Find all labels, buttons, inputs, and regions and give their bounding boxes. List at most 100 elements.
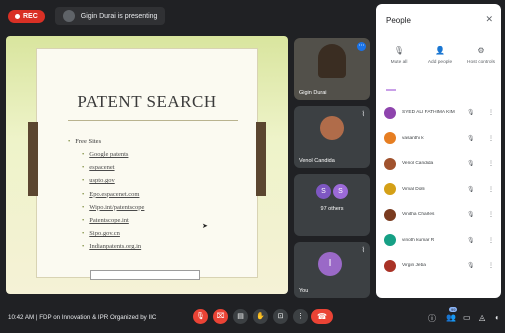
slide-decoration-left — [28, 122, 38, 196]
mic-off-icon[interactable]: 🎙 — [467, 109, 475, 116]
self-tile[interactable]: I ⌇ You — [294, 242, 370, 298]
presenter-text: Gigin Durai is presenting — [80, 12, 158, 20]
participant-avatar — [384, 208, 396, 221]
add-people-button[interactable]: 👤 Add people — [421, 46, 459, 65]
mic-off-icon: ⌇ — [361, 111, 365, 118]
action-label: Add people — [427, 60, 453, 65]
people-panel: People ✕ 🎙 Mute all 👤 Add people ⚙ Host … — [376, 4, 501, 298]
lock-icon[interactable]: ◐ — [495, 313, 500, 322]
mic-off-icon[interactable]: 🎙 — [467, 262, 475, 269]
others-count: 97 others — [320, 206, 344, 212]
end-call-button[interactable]: ☎ — [311, 309, 333, 324]
participant-name: You — [299, 288, 309, 294]
mouse-pointer-icon: ➤ — [202, 223, 208, 230]
participant-name: vasanthi k — [402, 135, 424, 141]
participant-name: vinoth kumar R — [402, 237, 435, 243]
mic-off-icon[interactable]: 🎙 — [467, 211, 475, 218]
activities-icon[interactable]: ◬ — [479, 313, 485, 322]
participant-row[interactable]: vasanthi k 🎙 ⋮ — [376, 126, 501, 152]
participant-avatar — [384, 106, 396, 119]
slide-sub-bullet: Wipo.int/patentscope — [82, 204, 144, 211]
slide-sub-bullet: Patentscope.int — [82, 217, 144, 224]
record-dot-icon — [15, 13, 20, 19]
participant-avatar — [384, 234, 396, 247]
mic-off-icon: ⌇ — [361, 247, 365, 254]
more-icon[interactable]: ⋯ — [357, 42, 366, 51]
presenter-banner[interactable]: Gigin Durai is presenting — [54, 7, 166, 25]
slide-decoration-right — [256, 122, 266, 196]
camera-off-icon[interactable]: ⌧ — [213, 309, 228, 324]
mic-off-icon[interactable]: 🎙 — [467, 237, 475, 244]
participant-avatar — [384, 132, 396, 145]
participant-avatar — [384, 157, 396, 170]
more-vert-icon[interactable]: ⋮ — [488, 186, 494, 193]
participant-tile[interactable]: ⌇ Venol Candida — [294, 106, 370, 168]
add-people-icon: 👤 — [435, 46, 445, 55]
participant-video — [318, 44, 346, 78]
participant-name: Virgin Jeba — [402, 263, 426, 269]
participant-row[interactable]: Vimal Dolli 🎙 ⋮ — [376, 177, 501, 203]
participant-avatar: S — [316, 184, 331, 199]
participant-name: SYED ALI FATHIMA KIM — [402, 110, 455, 116]
participant-row[interactable]: Virgin Jeba 🎙 ⋮ — [376, 253, 501, 279]
self-avatar: I — [318, 252, 342, 276]
panel-title: People — [386, 16, 411, 25]
present-screen-icon[interactable]: ⊡ — [273, 309, 288, 324]
slide-sub-bullet: Google patents — [82, 151, 144, 158]
more-vert-icon[interactable]: ⋮ — [488, 109, 494, 116]
people-icon[interactable]: 👥 — [446, 313, 456, 322]
participant-tile[interactable]: ⋯ Gigin Durai — [294, 38, 370, 100]
mic-off-icon[interactable]: 🎙 — [193, 309, 208, 324]
meeting-title: FDP on Innovation & IPR Organized by IIC — [39, 314, 157, 321]
participant-row[interactable]: Venol Candida 🎙 ⋮ — [376, 151, 501, 177]
close-icon[interactable]: ✕ — [485, 14, 493, 25]
participant-avatar — [320, 116, 344, 140]
participant-avatar — [384, 259, 396, 272]
presentation-stage: PATENT SEARCH Free Sites Google patents … — [6, 36, 288, 294]
presenter-avatar — [62, 10, 75, 22]
recording-badge: REC — [8, 9, 45, 23]
recording-label: REC — [23, 12, 38, 20]
info-icon[interactable]: ⓘ — [428, 313, 436, 324]
chat-icon[interactable]: ▭ — [463, 313, 471, 322]
info-separator: | — [35, 314, 38, 321]
slide-bullet-list: Free Sites Google patents espacenet uspt… — [68, 138, 144, 257]
more-vert-icon[interactable]: ⋮ — [488, 262, 494, 269]
participant-row[interactable]: vinoth kumar R 🎙 ⋮ — [376, 228, 501, 254]
mic-off-icon[interactable]: 🎙 — [467, 186, 475, 193]
participant-name: Vimal Dolli — [402, 186, 425, 192]
panel-divider — [386, 89, 396, 91]
participant-avatar: S — [333, 184, 348, 199]
raise-hand-icon[interactable]: ✋ — [253, 309, 268, 324]
participant-name: Vinitha Charles — [402, 212, 435, 218]
more-vert-icon[interactable]: ⋮ — [488, 135, 494, 142]
top-bar: REC Gigin Durai is presenting — [0, 0, 370, 32]
slide-divider — [68, 120, 238, 121]
slide-footer — [90, 270, 200, 280]
host-controls-button[interactable]: ⚙ Host controls — [462, 46, 500, 65]
slide-sub-bullet: Indianpatents.org.in — [82, 243, 144, 250]
clock-time: 10:42 AM — [8, 314, 35, 321]
participant-name: Venol Candida — [402, 161, 434, 167]
more-vert-icon[interactable]: ⋮ — [488, 160, 494, 167]
more-options-icon[interactable]: ⋮ — [293, 309, 308, 324]
participant-row[interactable]: Vinitha Charles 🎙 ⋮ — [376, 202, 501, 228]
mute-all-icon: 🎙 — [393, 46, 405, 55]
captions-icon[interactable]: ▤ — [233, 309, 248, 324]
slide-title: PATENT SEARCH — [77, 92, 217, 111]
host-controls-icon: ⚙ — [477, 46, 485, 55]
more-vert-icon[interactable]: ⋮ — [488, 237, 494, 244]
participant-name: Venol Candida — [299, 158, 335, 164]
bottom-bar: 10:42 AM | FDP on Innovation & IPR Organ… — [0, 302, 505, 333]
participant-avatar — [384, 183, 396, 196]
mute-all-button[interactable]: 🎙 Mute all — [380, 46, 418, 65]
action-label: Host controls — [467, 60, 495, 65]
participant-row[interactable]: SYED ALI FATHIMA KIM 🎙 ⋮ — [376, 100, 501, 126]
participant-count-badge: 99 — [449, 307, 458, 312]
others-tile[interactable]: S S 97 others — [294, 174, 370, 236]
more-vert-icon[interactable]: ⋮ — [488, 211, 494, 218]
slide-sub-bullet: Epo.espacenet.com — [82, 191, 144, 198]
mic-off-icon[interactable]: 🎙 — [467, 160, 475, 167]
mic-off-icon[interactable]: 🎙 — [467, 135, 475, 142]
participant-name: Gigin Durai — [299, 90, 327, 96]
